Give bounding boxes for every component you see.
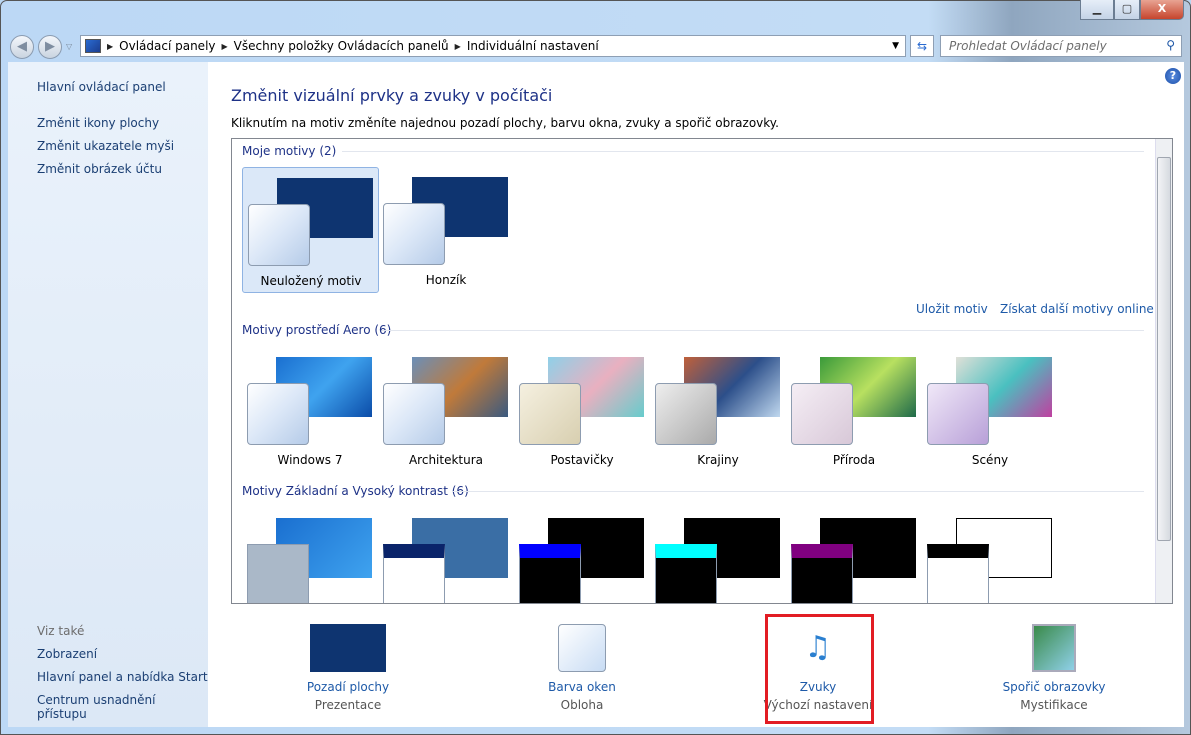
back-button[interactable]: ◀: [10, 35, 34, 59]
save-theme-link[interactable]: Uložit motiv: [916, 302, 988, 316]
scrollbar-thumb[interactable]: [1157, 157, 1171, 541]
bottom-subtitle: Obloha: [560, 698, 604, 712]
bottom-title: Spořič obrazovky: [1002, 680, 1106, 694]
theme-high-contrast-black[interactable]: [786, 508, 922, 603]
search-icon[interactable]: ⚲: [1166, 38, 1175, 52]
breadcrumb-item[interactable]: Individuální nastavení: [467, 39, 599, 53]
breadcrumb-item[interactable]: Všechny položky Ovládacích panelů: [234, 39, 449, 53]
recent-pages-dropdown[interactable]: ▽: [66, 42, 72, 51]
screen-saver-button[interactable]: Spořič obrazovky Mystifikace: [954, 618, 1154, 712]
minimize-button[interactable]: ▁: [1080, 0, 1114, 20]
theme-scenes[interactable]: Scény: [922, 347, 1058, 473]
theme-label: Postavičky: [550, 453, 614, 467]
address-bar[interactable]: ▶ Ovládací panely ▶ Všechny položky Ovlá…: [80, 35, 906, 57]
theme-label: Příroda: [832, 453, 876, 467]
theme-label: Neuložený motiv: [260, 274, 362, 288]
bottom-subtitle: Mystifikace: [1020, 698, 1088, 712]
theme-architecture[interactable]: Architektura: [378, 347, 514, 473]
get-more-themes-link[interactable]: Získat další motivy online: [1000, 302, 1154, 316]
desktop-background-button[interactable]: Pozadí plochy Prezentace: [248, 618, 448, 712]
theme-classic[interactable]: [378, 508, 514, 603]
breadcrumb-arrow-icon: ▶: [454, 41, 461, 51]
bottom-title: Barva oken: [548, 680, 616, 694]
sidebar-home-link[interactable]: Hlavní ovládací panel: [37, 80, 166, 94]
theme-honzik[interactable]: Honzík: [378, 167, 514, 293]
breadcrumb-item[interactable]: Ovládací panely: [119, 39, 215, 53]
group-aero-themes: Motivy prostředí Aero (6): [242, 323, 392, 337]
page-title: Změnit vizuální prvky a zvuky v počítači: [231, 86, 553, 105]
forward-button[interactable]: ▶: [38, 35, 62, 59]
theme-nature[interactable]: Příroda: [786, 347, 922, 473]
address-dropdown-icon[interactable]: ▼: [892, 41, 899, 51]
theme-label: Windows 7: [277, 453, 343, 467]
breadcrumb-arrow-icon: ▶: [107, 41, 114, 51]
see-also-label: Viz také: [37, 624, 85, 638]
group-my-themes: Moje motivy (2): [242, 144, 337, 158]
theme-basic[interactable]: [242, 508, 378, 603]
sidebar-link-taskbar[interactable]: Hlavní panel a nabídka Start: [37, 670, 208, 684]
theme-high-contrast-white[interactable]: [922, 508, 1058, 603]
screen-saver-icon: [1032, 624, 1076, 672]
theme-label: Scény: [971, 453, 1009, 467]
scrollbar[interactable]: [1155, 139, 1172, 603]
window-color-button[interactable]: Barva oken Obloha: [482, 618, 682, 712]
bottom-title: Pozadí plochy: [306, 680, 390, 694]
sidebar-link-ease-of-access[interactable]: Centrum usnadnění přístupu: [37, 693, 208, 721]
search-input[interactable]: Prohledat Ovládací panely ⚲: [940, 35, 1182, 57]
sidebar-link-mouse-pointers[interactable]: Změnit ukazatele myši: [37, 139, 174, 153]
window-color-icon: [558, 624, 606, 672]
close-button[interactable]: X: [1140, 0, 1184, 20]
page-subtitle: Kliknutím na motiv změníte najednou poza…: [231, 116, 779, 130]
sidebar-link-desktop-icons[interactable]: Změnit ikony plochy: [37, 116, 159, 130]
theme-windows7[interactable]: Windows 7: [242, 347, 378, 473]
theme-list[interactable]: Moje motivy (2) Neuložený motiv Honzík U…: [231, 138, 1173, 604]
sidebar-link-display[interactable]: Zobrazení: [37, 647, 97, 661]
sidebar-link-account-picture[interactable]: Změnit obrázek účtu: [37, 162, 162, 176]
theme-high-contrast-1[interactable]: [514, 508, 650, 603]
sidebar: Hlavní ovládací panel Změnit ikony ploch…: [8, 62, 208, 727]
theme-unsaved[interactable]: Neuložený motiv: [242, 167, 379, 293]
desktop-background-icon: [310, 624, 386, 672]
theme-high-contrast-2[interactable]: [650, 508, 786, 603]
highlight-box: [765, 614, 874, 724]
refresh-icon[interactable]: ⇆: [910, 35, 934, 57]
theme-label: Krajiny: [697, 453, 739, 467]
theme-label: Honzík: [425, 273, 467, 287]
breadcrumb-arrow-icon: ▶: [221, 41, 228, 51]
theme-label: Architektura: [408, 453, 484, 467]
help-icon[interactable]: ?: [1165, 68, 1181, 84]
theme-characters[interactable]: Postavičky: [514, 347, 650, 473]
group-basic-themes: Motivy Základní a Vysoký kontrast (6): [242, 484, 469, 498]
maximize-button[interactable]: ▢: [1114, 0, 1140, 20]
control-panel-icon: [85, 39, 101, 53]
theme-landscapes[interactable]: Krajiny: [650, 347, 786, 473]
bottom-subtitle: Prezentace: [314, 698, 382, 712]
